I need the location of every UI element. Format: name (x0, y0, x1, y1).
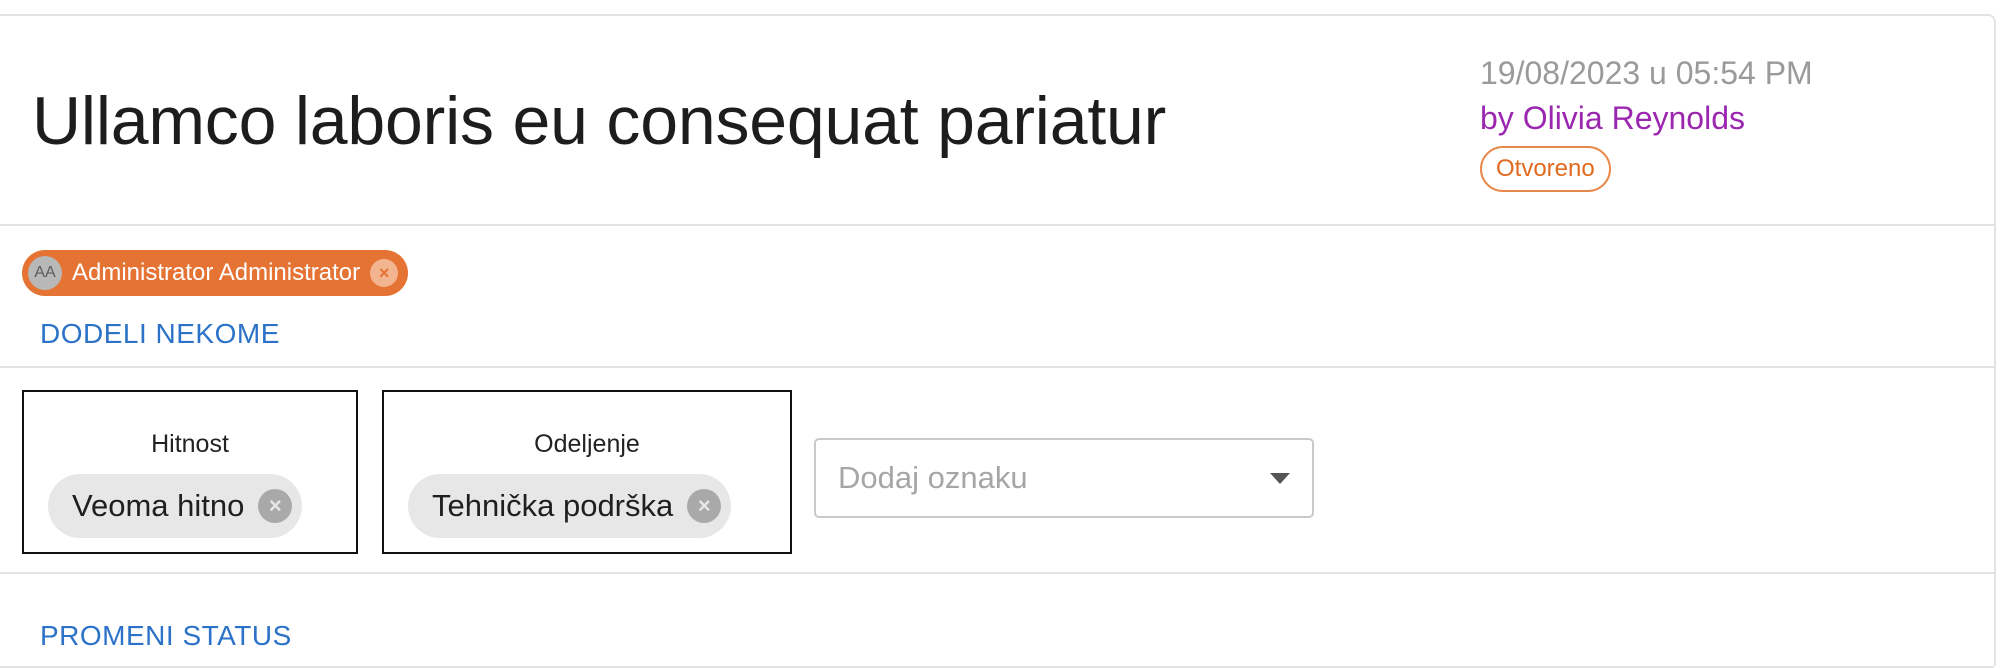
assign-someone-button[interactable]: DODELI NEKOME (40, 318, 280, 350)
tags-section: Hitnost Veoma hitno × Odeljenje Tehnička… (0, 370, 1994, 574)
assignee-name: Administrator Administrator (72, 259, 361, 286)
urgency-chip[interactable]: Veoma hitno × (48, 474, 303, 538)
avatar: AA (28, 256, 62, 290)
urgency-tag-group: Hitnost Veoma hitno × (22, 390, 358, 554)
remove-assignee-icon[interactable]: × (370, 259, 399, 287)
add-tag-placeholder: Dodaj oznaku (838, 460, 1028, 495)
ticket-title: Ullamco laboris eu consequat pariatur (32, 83, 1167, 159)
remove-urgency-icon[interactable]: × (258, 489, 293, 523)
department-chip[interactable]: Tehnička podrška × (408, 474, 732, 538)
ticket-header: Ullamco laboris eu consequat pariatur 19… (0, 16, 1994, 226)
chevron-down-icon[interactable] (1270, 472, 1290, 484)
department-tag-group: Odeljenje Tehnička podrška × (382, 390, 792, 554)
urgency-label: Hitnost (151, 430, 229, 458)
department-value: Tehnička podrška (432, 488, 674, 523)
ticket-card: Ullamco laboris eu consequat pariatur 19… (0, 14, 1996, 668)
status-badge: Otvoreno (1480, 146, 1611, 192)
assignee-chip[interactable]: AA Administrator Administrator × (22, 250, 409, 296)
department-label: Odeljenje (534, 430, 640, 458)
ticket-author[interactable]: by Olivia Reynolds (1480, 94, 1813, 142)
remove-department-icon[interactable]: × (687, 489, 722, 523)
urgency-value: Veoma hitno (72, 488, 245, 523)
assignment-section: AA Administrator Administrator × DODELI … (0, 228, 1994, 368)
ticket-timestamp: 19/08/2023 u 05:54 PM (1480, 55, 1813, 91)
add-tag-select[interactable]: Dodaj oznaku (814, 438, 1314, 518)
ticket-meta: 19/08/2023 u 05:54 PM by Olivia Reynolds… (1480, 52, 1813, 192)
status-section: PROMENI STATUS (0, 576, 1994, 668)
change-status-button[interactable]: PROMENI STATUS (40, 620, 292, 652)
